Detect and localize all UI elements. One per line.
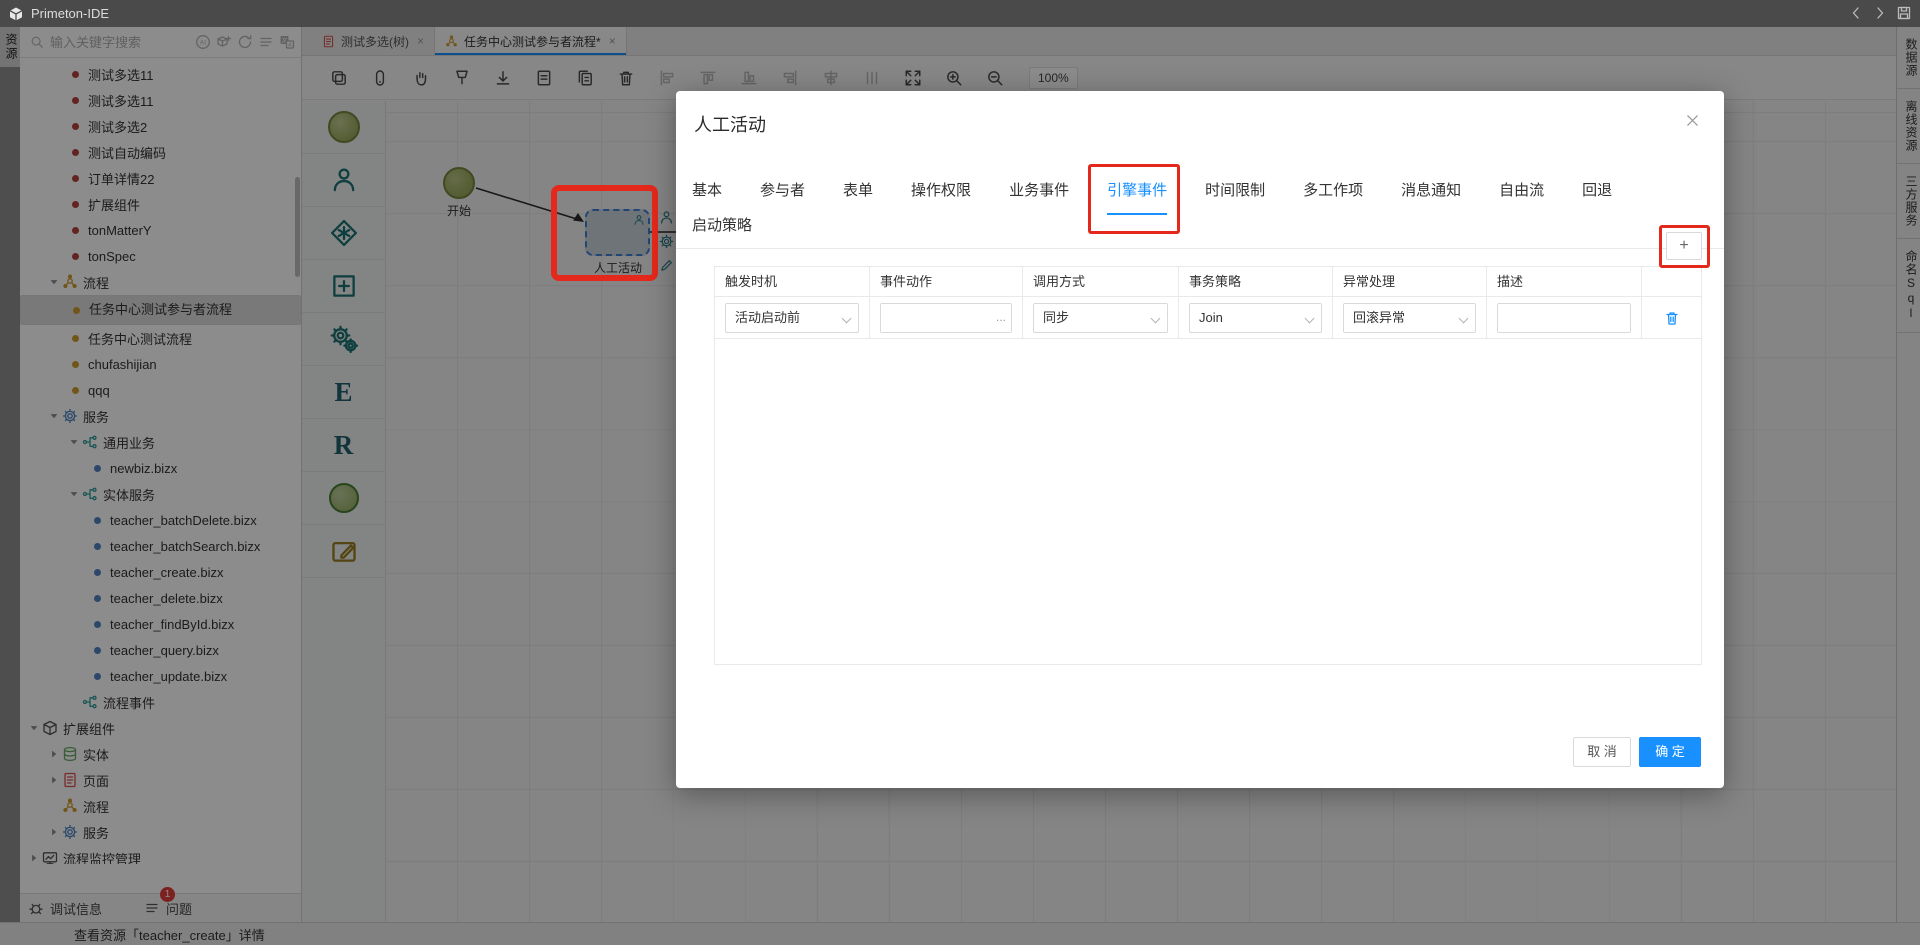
description-input[interactable] — [1498, 303, 1630, 332]
col-description: 描述 — [1487, 267, 1642, 297]
event-action-more-button[interactable]: ... — [996, 310, 1006, 324]
event-action-input[interactable] — [881, 303, 1011, 332]
dialog-tab-多工作项[interactable]: 多工作项 — [1303, 179, 1363, 213]
description-field — [1497, 302, 1631, 333]
chevron-down-icon — [1150, 313, 1161, 323]
add-event-button[interactable]: + — [1666, 232, 1702, 260]
table-row: 活动启动前 ... 同步 Join 回滚异常 — [715, 297, 1701, 339]
delete-row-icon[interactable] — [1664, 310, 1680, 326]
dialog-tab-自由流[interactable]: 自由流 — [1499, 179, 1544, 213]
titlebar: Primeton-IDE — [0, 0, 1920, 27]
ok-button[interactable]: 确 定 — [1639, 737, 1701, 767]
exception-value: 回滚异常 — [1353, 309, 1406, 325]
tx-strategy-select[interactable]: Join — [1189, 302, 1322, 333]
tx-strategy-value: Join — [1199, 309, 1223, 325]
col-exception: 异常处理 — [1333, 267, 1487, 297]
col-actions — [1642, 267, 1701, 297]
col-tx-strategy: 事务策略 — [1179, 267, 1333, 297]
dialog-tab-启动策略[interactable]: 启动策略 — [692, 214, 752, 248]
dialog-tab-业务事件[interactable]: 业务事件 — [1009, 179, 1069, 213]
dialog-tab-回退[interactable]: 回退 — [1582, 179, 1612, 213]
engine-events-table: 触发时机 事件动作 调用方式 事务策略 异常处理 描述 活动启动前 ... 同步… — [714, 266, 1702, 665]
trigger-time-value: 活动启动前 — [735, 309, 801, 325]
call-mode-value: 同步 — [1043, 309, 1070, 325]
chevron-down-icon — [841, 313, 852, 323]
exception-select[interactable]: 回滚异常 — [1343, 302, 1476, 333]
close-icon[interactable] — [1685, 113, 1700, 128]
dialog-tab-参与者[interactable]: 参与者 — [760, 179, 805, 213]
call-mode-select[interactable]: 同步 — [1033, 302, 1168, 333]
chevron-down-icon — [1458, 313, 1469, 323]
col-call-mode: 调用方式 — [1023, 267, 1179, 297]
cancel-button[interactable]: 取 消 — [1573, 737, 1631, 767]
dialog-tab-引擎事件[interactable]: 引擎事件 — [1107, 179, 1168, 215]
dialog-tab-消息通知[interactable]: 消息通知 — [1401, 179, 1461, 213]
dialog-tabbar: 基本 参与者 表单 操作权限 业务事件 引擎事件 时间限制 多工作项 消息通知 自由流 回退启动策略 — [676, 179, 1724, 249]
table-header: 触发时机 事件动作 调用方式 事务策略 异常处理 描述 — [715, 267, 1701, 297]
save-icon[interactable] — [1896, 5, 1912, 21]
dialog-title: 人工活动 — [694, 115, 766, 135]
trigger-time-select[interactable]: 活动启动前 — [725, 302, 859, 333]
event-action-field: ... — [880, 302, 1012, 333]
col-trigger-time: 触发时机 — [715, 267, 870, 297]
app-window: Primeton-IDE 资源 AI文A 测试多选11测试多选11测试多选2测试… — [0, 0, 1920, 945]
dialog-tab-表单[interactable]: 表单 — [843, 179, 873, 213]
manual-activity-dialog: 人工活动 基本 参与者 表单 操作权限 业务事件 引擎事件 时间限制 多工作项 消息通知 自由流回… — [676, 91, 1724, 788]
app-title: Primeton-IDE — [31, 6, 110, 21]
dialog-tab-时间限制[interactable]: 时间限制 — [1205, 179, 1265, 213]
back-icon[interactable] — [1848, 5, 1864, 21]
dialog-tab-操作权限[interactable]: 操作权限 — [911, 179, 971, 213]
col-event-action: 事件动作 — [870, 267, 1023, 297]
dialog-tab-基本[interactable]: 基本 — [692, 179, 722, 213]
chevron-down-icon — [1304, 313, 1315, 323]
app-logo-icon — [8, 6, 24, 22]
forward-icon[interactable] — [1872, 5, 1888, 21]
